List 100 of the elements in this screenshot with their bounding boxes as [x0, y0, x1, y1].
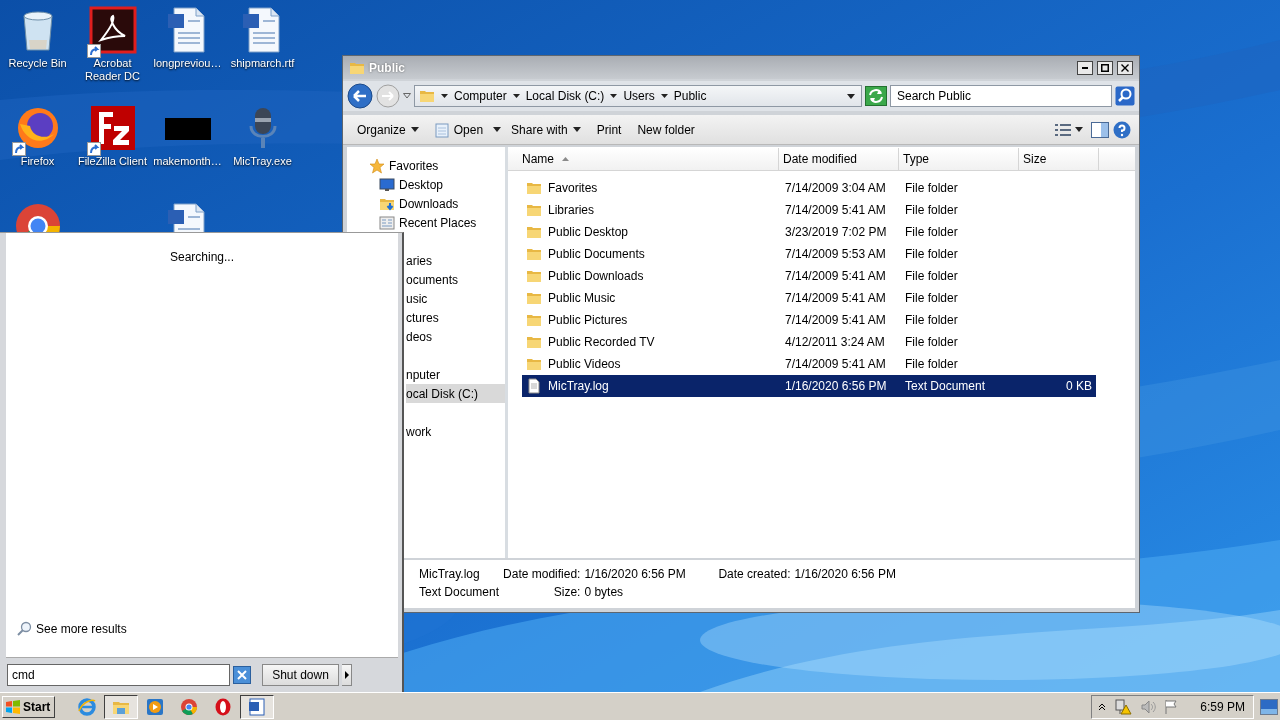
show-desktop-icon[interactable] — [1260, 698, 1278, 715]
close-button[interactable] — [1117, 60, 1133, 75]
caret-icon[interactable] — [660, 94, 668, 98]
column-header[interactable]: Type — [899, 148, 1019, 170]
caret-icon[interactable] — [441, 94, 448, 98]
maximize-button[interactable] — [1097, 60, 1113, 75]
flag-icon[interactable] — [1164, 698, 1179, 715]
file-row[interactable]: Public Music 7/14/2009 5:41 AM File folder — [522, 287, 1096, 309]
caret-icon[interactable] — [847, 93, 855, 99]
nav-item[interactable]: deos — [406, 327, 435, 346]
browser-icon — [179, 696, 200, 717]
nav-item[interactable]: nputer — [406, 365, 443, 384]
toolbar-button[interactable]: Print — [590, 119, 628, 140]
icon-label[interactable]: FileZilla Client — [76, 155, 149, 168]
window-title: Public — [369, 60, 406, 75]
folder-icon — [526, 180, 542, 196]
nav-item[interactable]: Desktop — [379, 175, 446, 194]
nav-item[interactable]: ocal Disk (C:) — [406, 384, 505, 403]
notepad-icon — [434, 121, 449, 138]
icon-label[interactable]: longpreviou… — [151, 57, 224, 70]
shutdown-options-button[interactable] — [342, 664, 352, 686]
nav-item[interactable]: Recent Places — [379, 213, 479, 232]
caret-icon[interactable] — [1075, 127, 1083, 132]
file-row[interactable]: Favorites 7/14/2009 3:04 AM File folder — [522, 177, 1096, 199]
back-button[interactable] — [347, 83, 373, 109]
caret-icon[interactable] — [493, 127, 502, 132]
file-row[interactable]: Libraries 7/14/2009 5:41 AM File folder — [522, 199, 1096, 221]
file-row[interactable]: Public Desktop 3/23/2019 7:02 PM File folder — [522, 221, 1096, 243]
file-row[interactable]: Public Videos 7/14/2009 5:41 AM File folder — [522, 353, 1096, 375]
toolbar-button[interactable]: Organize — [351, 119, 425, 140]
date-cell-text: 4/12/2011 3:24 AM — [784, 335, 886, 349]
field-label: Date created: — [718, 567, 791, 581]
nav-item[interactable]: ctures — [406, 308, 441, 327]
see-more-link[interactable]: See more results — [16, 621, 398, 637]
column-header[interactable]: Date modified — [779, 148, 899, 170]
nav-item[interactable]: Favorites — [369, 156, 441, 175]
search-field[interactable]: Search Public — [890, 85, 1112, 107]
column-header[interactable]: Name — [508, 148, 779, 170]
clear-button[interactable] — [233, 666, 251, 684]
file-name: MicTray.log — [548, 379, 609, 393]
refresh-button[interactable] — [865, 86, 887, 106]
taskbar-button[interactable] — [104, 694, 139, 719]
search-icon — [16, 621, 32, 637]
icon-label[interactable]: Recycle Bin — [1, 57, 74, 70]
file-row[interactable]: MicTray.log 1/16/2020 6:56 PM Text Document 0 KB — [522, 375, 1096, 397]
address-bar[interactable]: Computer Local Disk (C:) Users Public — [414, 85, 862, 107]
file-row[interactable]: Public Recorded TV 4/12/2011 3:24 AM File folder — [522, 331, 1096, 353]
icon-label[interactable]: Acrobat Reader DC — [76, 57, 149, 83]
chevron-up-icon[interactable] — [1098, 702, 1107, 711]
network-icon[interactable] — [1114, 698, 1133, 715]
nav-item[interactable]: Downloads — [379, 194, 461, 213]
nav-item[interactable]: usic — [406, 289, 430, 308]
caret-icon[interactable] — [610, 94, 618, 98]
date-cell-text: 7/14/2009 5:41 AM — [784, 291, 887, 305]
monitor-icon — [379, 176, 395, 193]
search-icon[interactable] — [1115, 86, 1135, 106]
folder-icon — [526, 268, 542, 284]
file-row[interactable]: Public Downloads 7/14/2009 5:41 AM File folder — [522, 265, 1096, 287]
caret-icon[interactable] — [512, 94, 520, 98]
field-value: 0 bytes — [584, 585, 625, 599]
nav-item[interactable]: ocuments — [406, 270, 461, 289]
type-cell-text: File folder — [904, 181, 959, 195]
folder-icon — [526, 334, 542, 350]
file-row[interactable]: Public Documents 7/14/2009 5:53 AM File folder — [522, 243, 1096, 265]
icon-label[interactable]: MicTray.exe — [226, 155, 299, 168]
minimize-button[interactable] — [1077, 60, 1093, 75]
date-cell-text: 7/14/2009 5:41 AM — [784, 313, 887, 327]
taskbar-button[interactable] — [240, 694, 275, 719]
dropdown-icon[interactable] — [403, 93, 411, 99]
search-field[interactable]: cmd — [7, 664, 230, 686]
toolbar-button[interactable]: Share with — [505, 119, 587, 140]
maximize-icon — [1101, 63, 1109, 72]
nav-item[interactable]: work — [406, 422, 434, 441]
shutdown-button[interactable]: Shut down — [262, 664, 339, 686]
file-row[interactable]: Public Pictures 7/14/2009 5:41 AM File folder — [522, 309, 1096, 331]
breadcrumb-item[interactable]: Computer — [454, 89, 507, 103]
clock[interactable]: 6:59 PM — [1200, 699, 1245, 714]
close-icon — [1121, 63, 1129, 72]
file-name: Public Recorded TV — [548, 335, 655, 349]
icon-label[interactable]: makemonth… — [151, 155, 224, 168]
type-cell-text: File folder — [904, 335, 959, 349]
breadcrumb-item[interactable]: Local Disk (C:) — [525, 89, 605, 103]
column-header[interactable]: Size — [1019, 148, 1099, 170]
preview-pane-icon[interactable] — [1091, 121, 1109, 138]
start-button[interactable]: Start — [2, 695, 56, 718]
view-list-icon[interactable] — [1055, 122, 1071, 137]
file-name: Favorites — [548, 181, 598, 195]
breadcrumb-item[interactable]: Users — [623, 89, 655, 103]
type-cell-text: File folder — [904, 225, 959, 239]
field-label: Date modified: — [503, 567, 581, 581]
pdf-icon[interactable] — [88, 6, 137, 54]
help-icon[interactable] — [1113, 120, 1131, 139]
icon-label[interactable]: Firefox — [1, 155, 74, 168]
nav-item[interactable]: aries — [406, 251, 434, 270]
toolbar-button[interactable]: New folder — [631, 119, 701, 140]
toolbar-button[interactable]: Open — [428, 118, 490, 141]
app-icon[interactable] — [88, 104, 137, 152]
breadcrumb-item[interactable]: Public — [673, 89, 707, 103]
folder-icon — [526, 224, 542, 240]
icon-label[interactable]: shipmarch.rtf — [226, 57, 299, 70]
